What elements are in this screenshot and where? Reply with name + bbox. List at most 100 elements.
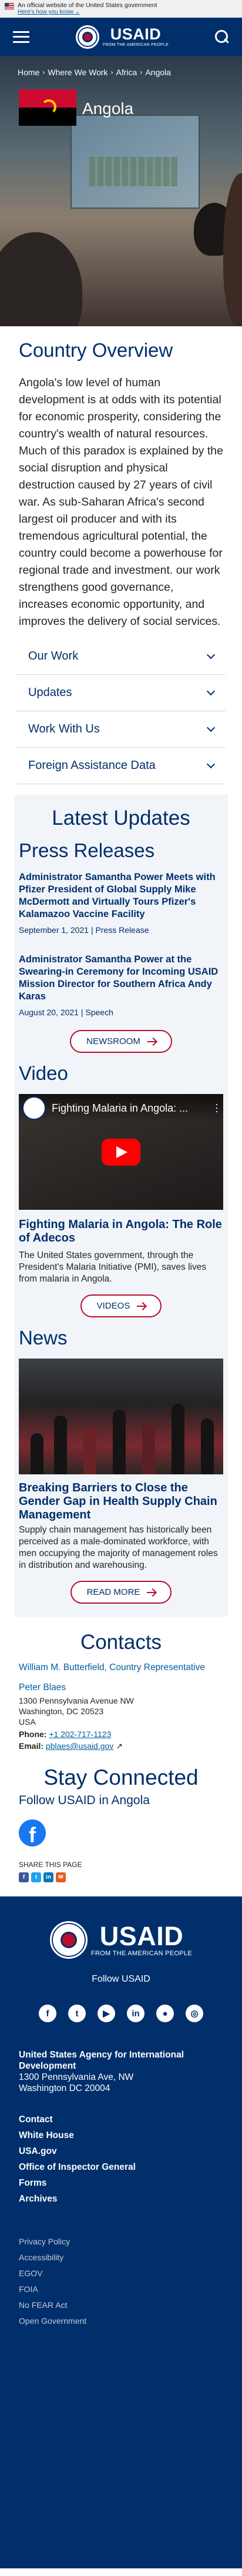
news-heading: News [19, 1327, 68, 1349]
release-meta: September 1, 2021 | Press Release [19, 925, 149, 935]
contact-address-line: Washington, DC 20523 [19, 1707, 104, 1716]
share-label: SHARE THIS PAGE [19, 1861, 82, 1869]
accordion: Our Work Updates Work With Us Foreign As… [0, 635, 242, 790]
share-linkedin-icon[interactable]: in [43, 1872, 53, 1882]
usaid-logo[interactable]: USAID FROM THE AMERICAN PEOPLE [75, 25, 169, 49]
video-title: Fighting Malaria in Angola: The Role of … [19, 1218, 222, 1244]
arrow-right-icon [147, 1591, 156, 1593]
angola-flag-icon [19, 89, 76, 126]
facebook-icon[interactable]: f [19, 1819, 46, 1846]
press-heading: Press Releases [19, 839, 155, 861]
share-twitter-icon[interactable]: t [31, 1872, 41, 1882]
news-image[interactable] [19, 1359, 223, 1474]
linkedin-icon[interactable]: in [127, 2005, 144, 2022]
footer-link-contact[interactable]: Contact [19, 2112, 223, 2127]
gov-banner-text: An official website of the United States… [18, 2, 157, 9]
share-buttons: f t in ✉ [19, 1872, 223, 1882]
footer-link-white-house[interactable]: White House [19, 2127, 223, 2143]
footer-legal-links: Privacy Policy Accessibility EGOV FOIA N… [19, 2234, 223, 2329]
arrow-right-icon [137, 1305, 146, 1307]
phone-link[interactable]: +1 202-717-1123 [49, 1729, 111, 1739]
news-title[interactable]: Breaking Barriers to Close the Gender Ga… [19, 1481, 223, 1522]
agency-address: 1300 Pennsylvania Ave, NW [19, 2072, 134, 2082]
accordion-foreign-assistance-data[interactable]: Foreign Assistance Data [16, 748, 226, 784]
newsroom-button[interactable]: NEWSROOM [70, 1030, 172, 1053]
breadcrumb-home[interactable]: Home [18, 68, 39, 77]
country-overview: Country Overview Angola's low level of h… [0, 326, 242, 635]
page-title: Angola [82, 99, 134, 118]
news-description: Supply chain management has historically… [19, 1525, 218, 1570]
search-icon[interactable] [215, 29, 229, 44]
video-description: The United States government, through th… [19, 1250, 207, 1284]
breadcrumb-current: Angola [145, 68, 171, 77]
instagram-icon[interactable]: ◎ [186, 2005, 203, 2022]
share-email-icon[interactable]: ✉ [56, 1872, 66, 1882]
agency-address: Washington DC 20004 [19, 2083, 110, 2093]
email-link[interactable]: pblaes@usaid.gov [46, 1741, 113, 1751]
footer-link-oig[interactable]: Office of Inspector General [19, 2159, 223, 2175]
arrow-right-icon [147, 1041, 156, 1042]
footer-follow: Follow USAID [92, 1974, 150, 1984]
footer-links: Contact White House USA.gov Office of In… [19, 2112, 223, 2207]
contact-address-line: 1300 Pennsylvania Avenue NW [19, 1696, 134, 1705]
facebook-icon[interactable]: f [39, 2005, 56, 2022]
list-item: Administrator Samantha Power Meets with … [19, 871, 223, 935]
footer-link-archives[interactable]: Archives [19, 2191, 223, 2207]
hero-photo-screen [70, 115, 200, 209]
more-options-icon[interactable]: · · · [215, 1099, 219, 1116]
footer-link-usa-gov[interactable]: USA.gov [19, 2143, 223, 2159]
accordion-updates[interactable]: Updates [16, 675, 226, 711]
chevron-down-icon [206, 687, 216, 696]
play-button-icon[interactable] [102, 1138, 140, 1166]
gov-banner: An official website of the United States… [0, 0, 242, 18]
flickr-icon[interactable]: ● [156, 2005, 174, 2022]
footer-agency: United States Agency for International D… [19, 2049, 223, 2094]
breadcrumb: Home › Where We Work › Africa › Angola [18, 68, 171, 77]
video-player[interactable]: Fighting Malaria in Angola: ... · · · [19, 1094, 223, 1210]
breadcrumb-where-we-work[interactable]: Where We Work [48, 68, 107, 77]
contact-name[interactable]: William M. Butterfield, Country Represen… [19, 1662, 223, 1673]
share-facebook-icon[interactable]: f [19, 1872, 29, 1882]
accordion-our-work[interactable]: Our Work [16, 638, 226, 675]
read-more-button[interactable]: READ MORE [70, 1581, 172, 1604]
legal-link-foia[interactable]: FOIA [19, 2281, 223, 2297]
legal-link-privacy[interactable]: Privacy Policy [19, 2234, 223, 2250]
video-heading: Video [19, 1062, 68, 1084]
usaid-seal-icon [75, 25, 99, 49]
breadcrumb-africa[interactable]: Africa [116, 68, 137, 77]
chevron-right-icon: › [140, 68, 143, 76]
legal-link-egov[interactable]: EGOV [19, 2266, 223, 2281]
twitter-icon[interactable]: t [68, 2005, 86, 2022]
logo-wordmark: USAID [110, 25, 162, 43]
release-link[interactable]: Administrator Samantha Power Meets with … [19, 871, 223, 921]
legal-link-no-fear-act[interactable]: No FEAR Act [19, 2297, 223, 2313]
footer-logo[interactable]: USAID FROM THE AMERICAN PEOPLE [19, 1921, 223, 1959]
hero-photo-person [223, 173, 242, 326]
footer-link-forms[interactable]: Forms [19, 2175, 223, 2191]
contact-country: USA [19, 1717, 36, 1727]
release-link[interactable]: Administrator Samantha Power at the Swea… [19, 954, 223, 1003]
latest-heading: Latest Updates [52, 807, 190, 829]
us-flag-icon [5, 3, 14, 9]
list-item: Administrator Samantha Power at the Swea… [19, 954, 223, 1017]
legal-link-open-government[interactable]: Open Government [19, 2313, 223, 2329]
contacts-heading: Contacts [80, 1631, 162, 1654]
youtube-icon[interactable]: ▶ [98, 2005, 115, 2022]
contact-name[interactable]: Peter Blaes [19, 1682, 223, 1693]
legal-link-accessibility[interactable]: Accessibility [19, 2250, 223, 2266]
menu-icon[interactable] [13, 31, 29, 43]
latest-updates: Latest Updates Press Releases Administra… [14, 795, 228, 1617]
stay-heading: Stay Connected [43, 1765, 199, 1789]
contacts-section: Contacts William M. Butterfield, Country… [0, 1617, 242, 1757]
accordion-work-with-us[interactable]: Work With Us [16, 711, 226, 748]
footer-socials: f t ▶ in ● ◎ [19, 2005, 223, 2022]
hero-photo-person [0, 232, 82, 326]
logo-tagline: FROM THE AMERICAN PEOPLE [102, 43, 169, 47]
chevron-down-icon [206, 723, 216, 732]
heres-how-link[interactable]: Here's how you know ⌄ [18, 9, 80, 15]
hero-banner: Home › Where We Work › Africa › Angola A… [0, 56, 242, 326]
videos-button[interactable]: VIDEOS [80, 1294, 162, 1317]
release-meta: August 20, 2021 | Speech [19, 1008, 113, 1017]
overview-heading: Country Overview [19, 339, 173, 361]
chevron-right-icon: › [42, 68, 45, 76]
